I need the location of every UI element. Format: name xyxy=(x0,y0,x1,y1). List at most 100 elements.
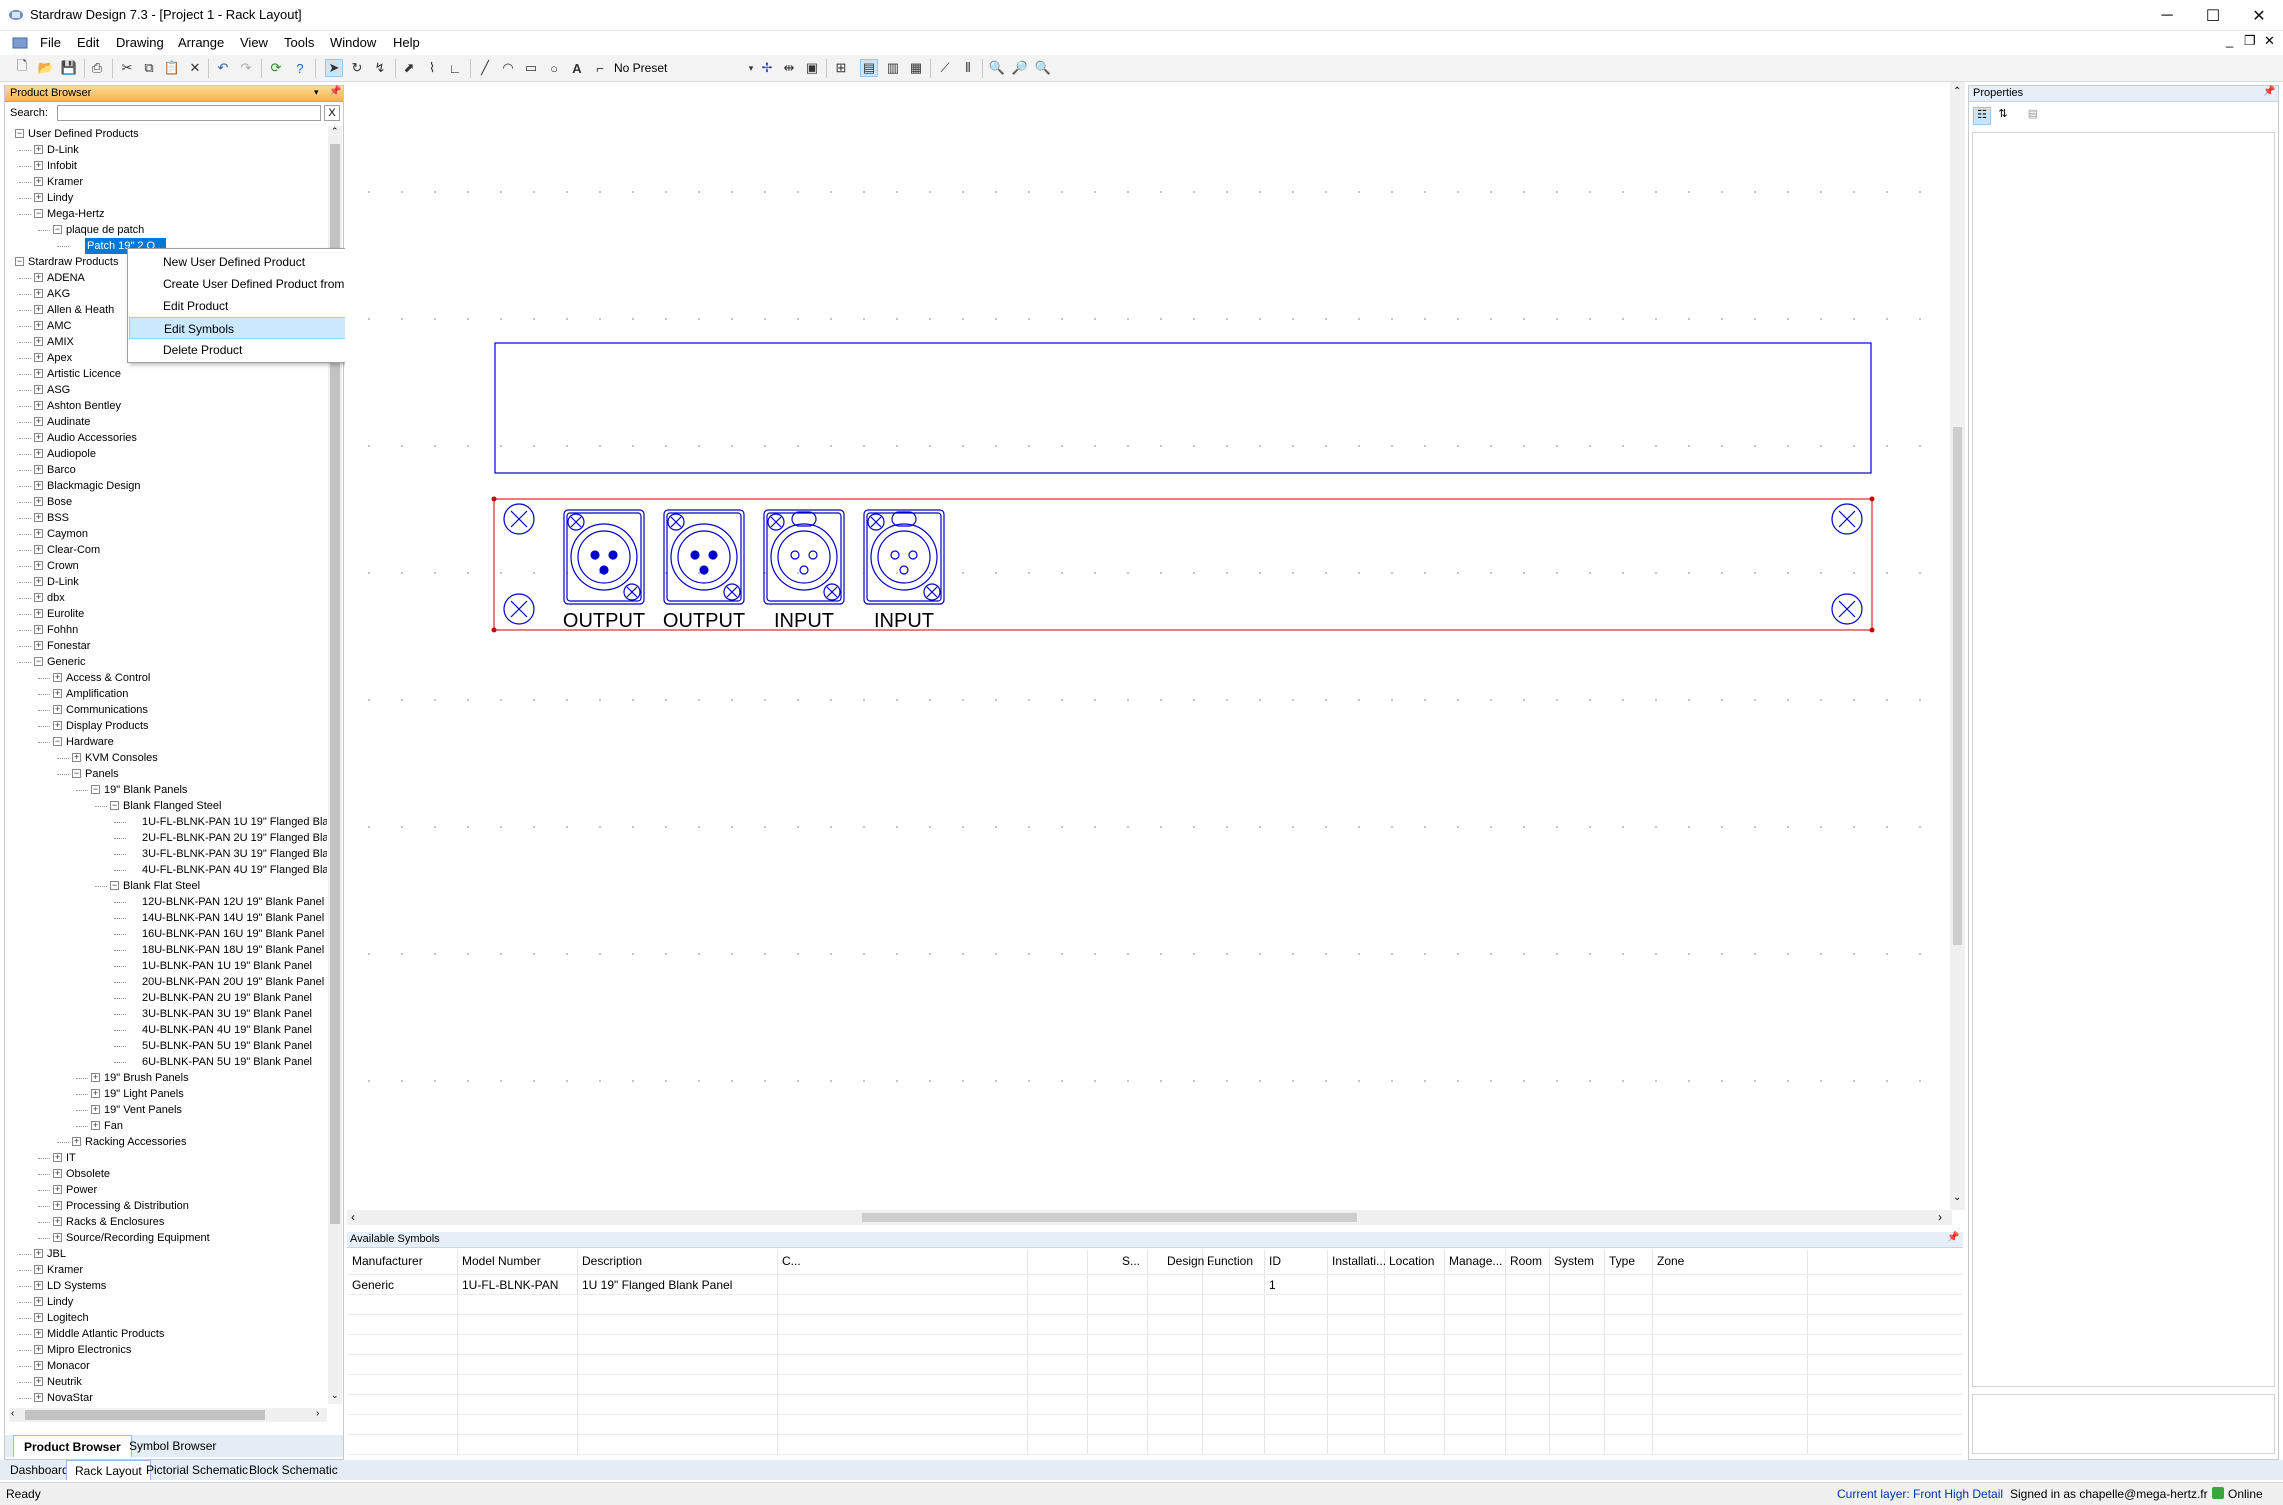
chevron-up-icon[interactable]: ⌃ xyxy=(331,126,339,137)
tree-node[interactable]: NovaStar xyxy=(47,1390,93,1406)
tree-node[interactable]: Racks & Enclosures xyxy=(66,1214,164,1230)
chevron-down-icon[interactable]: ⌄ xyxy=(1953,1192,1961,1203)
connector-icon[interactable]: ↯ xyxy=(371,59,389,77)
expand-icon[interactable]: + xyxy=(34,625,43,634)
expand-icon[interactable]: + xyxy=(34,1281,43,1290)
cut-icon[interactable]: ✂ xyxy=(118,59,136,77)
tree-node[interactable]: 4U-FL-BLNK-PAN 4U 19" Flanged Blank Pane… xyxy=(142,862,327,878)
expand-icon[interactable]: + xyxy=(34,497,43,506)
tree-node[interactable]: 3U-BLNK-PAN 3U 19" Blank Panel xyxy=(142,1006,312,1022)
tree-node[interactable]: Kramer xyxy=(47,174,83,190)
menu-help[interactable]: Help xyxy=(393,35,420,50)
snap-icon[interactable]: ✢ xyxy=(758,59,776,77)
expand-icon[interactable]: + xyxy=(34,1313,43,1322)
expand-icon[interactable]: + xyxy=(53,1153,62,1162)
tree-node[interactable]: Generic xyxy=(47,654,86,670)
tree-node[interactable]: Blank Flat Steel xyxy=(123,878,200,894)
layer-middle-icon[interactable]: ▥ xyxy=(884,59,902,77)
tree-node[interactable]: 3U-FL-BLNK-PAN 3U 19" Flanged Blank Pane… xyxy=(142,846,327,862)
collapse-icon[interactable]: − xyxy=(15,257,24,266)
expand-icon[interactable]: + xyxy=(34,609,43,618)
rack-panel[interactable]: OUTPUT OUTPUT INPUT INPUT xyxy=(345,82,1950,1210)
pin-icon[interactable]: 📌 xyxy=(2263,86,2275,97)
xlr-connector[interactable]: INPUT xyxy=(863,509,945,632)
tree-node[interactable]: Communications xyxy=(66,702,148,718)
expand-icon[interactable]: + xyxy=(34,145,43,154)
expand-icon[interactable]: + xyxy=(34,1377,43,1386)
column-header[interactable]: Room xyxy=(1510,1254,1542,1268)
expand-icon[interactable]: + xyxy=(53,689,62,698)
tree-node[interactable]: Panels xyxy=(85,766,119,782)
preset-select[interactable]: No Preset xyxy=(614,59,754,78)
save-icon[interactable]: 💾 xyxy=(60,59,78,77)
scroll-thumb[interactable] xyxy=(862,1213,1357,1222)
tree-node[interactable]: Monacor xyxy=(47,1358,90,1374)
pin-icon[interactable]: 📌 xyxy=(1947,1232,1959,1243)
collapse-icon[interactable]: − xyxy=(34,209,43,218)
expand-icon[interactable]: + xyxy=(34,161,43,170)
expand-icon[interactable]: + xyxy=(34,593,43,602)
tree-horizontal-scrollbar[interactable]: ‹ › xyxy=(9,1408,327,1422)
expand-icon[interactable]: + xyxy=(34,337,43,346)
tree-node[interactable]: AMC xyxy=(47,318,71,334)
tree-node[interactable]: Eurolite xyxy=(47,606,84,622)
expand-icon[interactable]: + xyxy=(34,465,43,474)
expand-icon[interactable]: + xyxy=(34,177,43,186)
expand-icon[interactable]: + xyxy=(34,385,43,394)
column-header[interactable]: S... xyxy=(1122,1254,1140,1268)
tree-node[interactable]: BSS xyxy=(47,510,69,526)
expand-icon[interactable]: + xyxy=(53,1217,62,1226)
tree-node[interactable]: Lindy xyxy=(47,190,73,206)
tree-node[interactable]: Stardraw Products xyxy=(28,254,118,270)
canvas-horizontal-scrollbar[interactable]: ‹ › xyxy=(347,1210,1952,1225)
tree-node[interactable]: Lindy xyxy=(47,1294,73,1310)
menu-window[interactable]: Window xyxy=(330,35,376,50)
tree-node[interactable]: Artistic Licence xyxy=(47,366,121,382)
collapse-icon[interactable]: − xyxy=(34,657,43,666)
menu-view[interactable]: View xyxy=(240,35,268,50)
expand-icon[interactable]: + xyxy=(72,1137,81,1146)
close-button[interactable]: ✕ xyxy=(2236,0,2282,31)
tree-node[interactable]: 19" Brush Panels xyxy=(104,1070,189,1086)
dimension-icon[interactable]: ⌐ xyxy=(591,59,609,77)
collapse-icon[interactable]: − xyxy=(110,801,119,810)
tree-node[interactable]: Power xyxy=(66,1182,97,1198)
chevron-right-icon[interactable]: › xyxy=(316,1408,319,1419)
tree-node[interactable]: Kramer xyxy=(47,1262,83,1278)
scroll-thumb[interactable] xyxy=(1953,427,1962,945)
expand-icon[interactable]: + xyxy=(34,417,43,426)
chevron-down-icon[interactable]: ▾ xyxy=(314,87,319,98)
scroll-thumb[interactable] xyxy=(25,1410,265,1420)
zoom-in-icon[interactable]: 🔎 xyxy=(1011,59,1029,77)
expand-icon[interactable]: + xyxy=(34,353,43,362)
column-header[interactable]: System xyxy=(1554,1254,1594,1268)
minimize-button[interactable]: ─ xyxy=(2144,0,2190,31)
expand-icon[interactable]: + xyxy=(34,289,43,298)
angle-icon[interactable]: ∟ xyxy=(446,59,464,77)
xlr-connector[interactable]: OUTPUT xyxy=(663,509,745,632)
ellipse-icon[interactable]: ○ xyxy=(545,59,563,77)
tree-node[interactable]: IT xyxy=(66,1150,76,1166)
expand-icon[interactable]: + xyxy=(34,1297,43,1306)
expand-icon[interactable]: + xyxy=(53,1201,62,1210)
expand-icon[interactable]: + xyxy=(34,273,43,282)
tree-node[interactable]: Bose xyxy=(47,494,72,510)
expand-icon[interactable]: + xyxy=(34,1265,43,1274)
tab-product-browser[interactable]: Product Browser xyxy=(13,1435,132,1457)
tree-node[interactable]: 1U-FL-BLNK-PAN 1U 19" Flanged Blank Pane… xyxy=(142,814,327,830)
tree-node[interactable]: Blackmagic Design xyxy=(47,478,141,494)
current-layer[interactable]: Current layer: Front High Detail xyxy=(1837,1487,2003,1501)
chevron-down-icon[interactable]: ⌄ xyxy=(331,1390,339,1401)
expand-icon[interactable]: + xyxy=(34,561,43,570)
pointer-icon[interactable]: ⬈ xyxy=(400,59,418,77)
expand-icon[interactable]: + xyxy=(53,721,62,730)
expand-icon[interactable]: + xyxy=(72,753,81,762)
tree-node[interactable]: 5U-BLNK-PAN 5U 19" Blank Panel xyxy=(142,1038,312,1054)
expand-icon[interactable]: + xyxy=(34,1393,43,1402)
mdi-restore-button[interactable]: ❐ xyxy=(2244,33,2256,49)
tree-node[interactable]: 2U-BLNK-PAN 2U 19" Blank Panel xyxy=(142,990,312,1006)
column-header[interactable]: Model Number xyxy=(462,1254,541,1268)
tree-node[interactable]: Blank Flanged Steel xyxy=(123,798,221,814)
expand-icon[interactable]: + xyxy=(34,1345,43,1354)
expand-icon[interactable]: + xyxy=(91,1089,100,1098)
